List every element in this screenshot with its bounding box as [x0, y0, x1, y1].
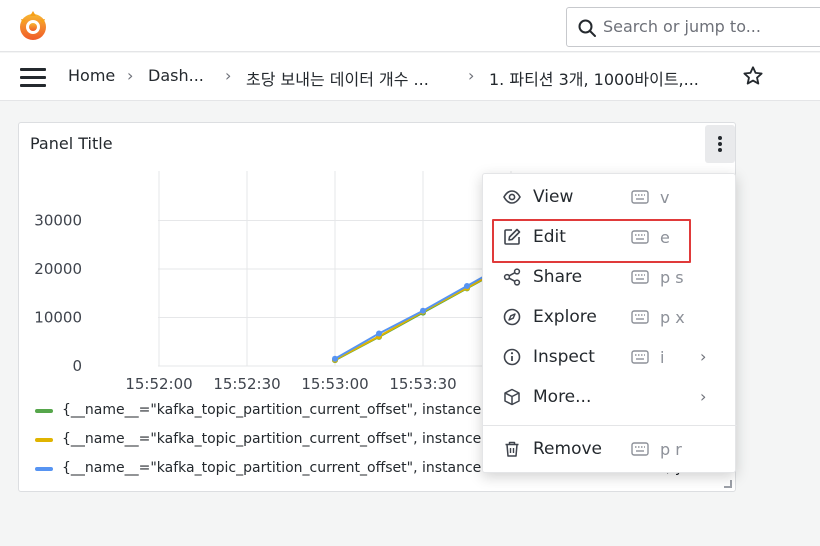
data-point — [420, 307, 426, 314]
data-point — [464, 282, 470, 289]
breadcrumb-home[interactable]: Home — [68, 66, 115, 85]
chevron-right-icon: › — [700, 387, 707, 406]
menu-item-label: Inspect — [533, 347, 595, 367]
data-point — [332, 355, 338, 362]
menu-item-shortcut: i — [660, 348, 665, 367]
menu-item-label: Share — [533, 267, 583, 287]
breadcrumb-panel[interactable]: 1. 파티션 3개, 1000바이트,... — [489, 66, 699, 90]
share-icon — [503, 268, 521, 286]
compass-icon — [503, 308, 521, 326]
resize-handle[interactable] — [724, 480, 732, 488]
menu-item-more[interactable]: More... › — [483, 378, 737, 416]
menu-item-label: View — [533, 187, 574, 207]
breadcrumb-separator: › — [225, 66, 232, 85]
legend-label: {__name__="kafka_topic_partition_current… — [62, 431, 482, 447]
menu-item-label: Explore — [533, 307, 597, 327]
keyboard-icon — [631, 190, 649, 204]
x-tick-label: 15:52:30 — [213, 375, 280, 393]
legend-swatch — [35, 438, 53, 442]
breadcrumb-bar: Home › Dash... › 초당 보내는 데이터 개수 ... › 1. … — [0, 53, 820, 101]
menu-item-explore[interactable]: Explore p x — [483, 298, 737, 336]
x-tick-label: 15:53:00 — [301, 375, 368, 393]
data-point — [376, 330, 382, 337]
search-icon — [578, 19, 596, 37]
breadcrumb-separator: › — [468, 66, 475, 85]
eye-icon — [503, 190, 521, 204]
edit-highlight-box — [492, 219, 691, 263]
keyboard-icon — [631, 310, 649, 324]
menu-item-inspect[interactable]: Inspect i › — [483, 338, 737, 376]
menu-item-shortcut: p s — [660, 268, 684, 287]
menu-toggle-icon[interactable] — [20, 68, 46, 88]
search-placeholder: Search or jump to... — [603, 17, 761, 36]
legend-label: {__name__="kafka_topic_partition_current… — [62, 402, 482, 418]
menu-item-shortcut: v — [660, 188, 670, 207]
keyboard-icon — [631, 270, 649, 284]
breadcrumb-dashboards[interactable]: Dash... — [148, 66, 204, 85]
star-icon[interactable] — [742, 65, 764, 87]
menu-item-view[interactable]: View v — [483, 178, 737, 216]
keyboard-icon — [631, 350, 649, 364]
breadcrumb-dashboard[interactable]: 초당 보내는 데이터 개수 ... — [246, 66, 429, 90]
menu-item-label: Remove — [533, 439, 602, 459]
menu-item-share[interactable]: Share p s — [483, 258, 737, 296]
legend-swatch — [35, 467, 53, 471]
legend-swatch — [35, 409, 53, 413]
y-tick-label: 20000 — [34, 260, 82, 278]
menu-divider — [483, 425, 737, 426]
y-tick-label: 10000 — [34, 309, 82, 327]
keyboard-icon — [631, 442, 649, 456]
trash-icon — [505, 441, 519, 457]
x-tick-label: 15:53:30 — [389, 375, 456, 393]
menu-item-shortcut: p r — [660, 440, 682, 459]
menu-item-shortcut: p x — [660, 308, 685, 327]
search-input[interactable]: Search or jump to... — [566, 7, 820, 47]
breadcrumb-separator: › — [127, 66, 134, 85]
y-tick-label: 0 — [72, 357, 82, 375]
menu-item-remove[interactable]: Remove p r — [483, 430, 737, 468]
chevron-right-icon: › — [700, 347, 707, 366]
x-tick-label: 15:52:00 — [125, 375, 192, 393]
info-icon — [503, 348, 521, 366]
panel-context-menu: View v Edit e Share p s Explore p x Insp… — [482, 173, 737, 473]
legend-label: {__name__="kafka_topic_partition_current… — [62, 460, 482, 476]
cube-icon — [504, 388, 520, 406]
grafana-logo-icon[interactable] — [17, 9, 49, 43]
menu-item-label: More... — [533, 387, 592, 407]
y-tick-label: 30000 — [34, 212, 82, 230]
top-bar: Search or jump to... — [0, 0, 820, 52]
